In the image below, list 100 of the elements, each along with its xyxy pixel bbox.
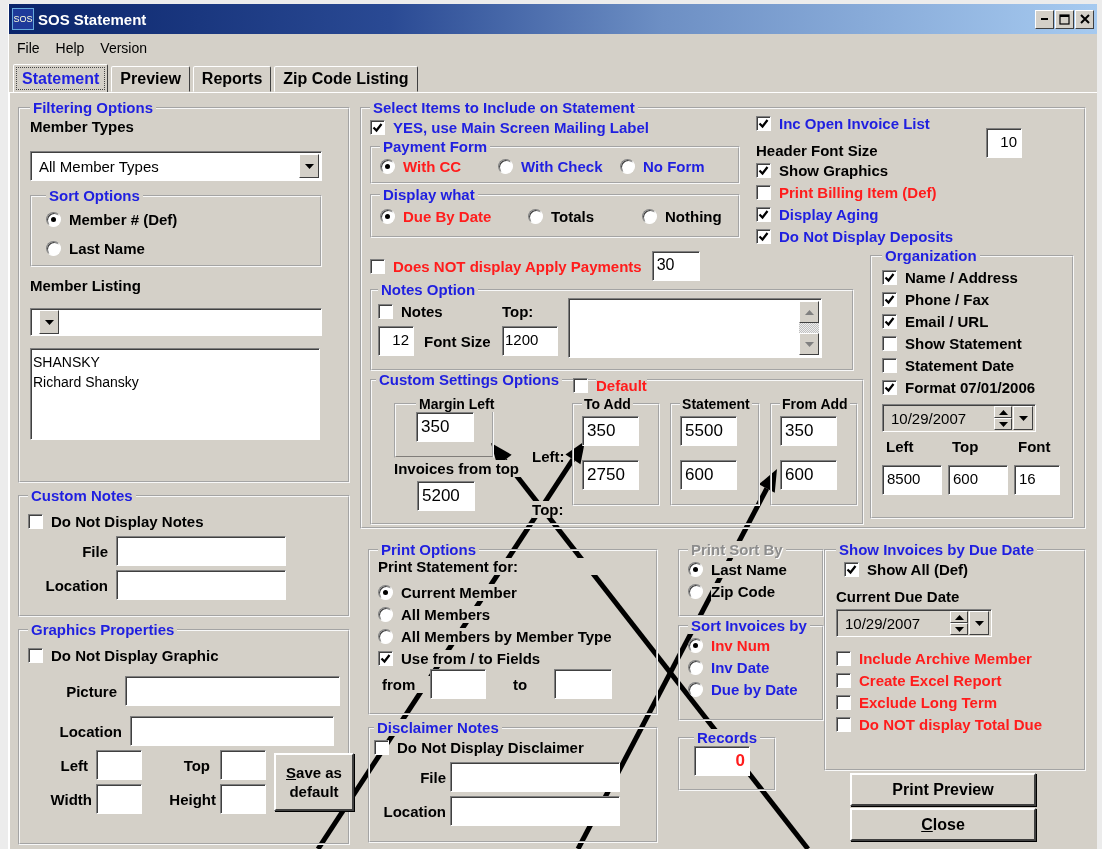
text-field[interactable]: 5200 (417, 481, 475, 511)
dropdown-button[interactable] (1013, 406, 1033, 430)
list-item[interactable]: SHANSKY (33, 352, 317, 372)
checkbox[interactable] (378, 303, 393, 319)
text-field[interactable] (116, 536, 286, 566)
tab[interactable]: Zip Code Listing (274, 66, 418, 92)
text-field[interactable]: 0 (694, 746, 750, 776)
caret-icon (1018, 415, 1028, 421)
minimize-button[interactable] (1035, 9, 1054, 29)
checkbox[interactable] (756, 115, 771, 131)
field-label: Header Font Size (756, 142, 878, 159)
save-default-button[interactable]: Save as default (274, 753, 354, 811)
text-field[interactable]: 16 (1014, 465, 1060, 495)
radio-button[interactable] (620, 158, 635, 174)
text-field[interactable]: 350 (780, 416, 837, 446)
scroll-up-icon (804, 309, 814, 315)
tab[interactable]: Preview (111, 66, 190, 92)
checkbox[interactable] (573, 377, 588, 393)
text-field[interactable]: 350 (582, 416, 640, 446)
radio-button[interactable] (498, 158, 513, 174)
checkbox[interactable] (882, 357, 897, 373)
dropdown-button[interactable] (969, 611, 989, 635)
scroll-up-button[interactable] (799, 301, 819, 323)
checkbox[interactable] (882, 379, 897, 395)
maximize-button[interactable] (1055, 9, 1074, 29)
checkbox[interactable] (836, 694, 851, 710)
dropdown-button[interactable] (299, 154, 319, 178)
dropdown-button[interactable] (39, 310, 59, 334)
group-title: Custom Settings Options (376, 371, 562, 388)
close-button[interactable] (1075, 9, 1094, 29)
date-picker[interactable]: 10/29/2007 (882, 404, 1036, 432)
radio-button[interactable] (688, 637, 703, 653)
text-field[interactable]: 600 (948, 465, 1008, 495)
spin-down-icon (954, 626, 964, 632)
text-field[interactable]: 600 (780, 460, 837, 490)
radio-label: Current Member (401, 583, 517, 601)
text-field[interactable] (450, 762, 620, 792)
text-field[interactable] (220, 784, 266, 814)
checkbox[interactable] (28, 513, 43, 529)
radio-button[interactable] (528, 208, 543, 224)
date-picker[interactable]: 10/29/2007 (836, 609, 992, 637)
text-field[interactable]: 350 (416, 412, 474, 442)
checkbox[interactable] (844, 561, 859, 577)
scrollbar[interactable] (799, 301, 819, 355)
text-field[interactable] (554, 669, 612, 699)
caret-icon (974, 620, 984, 626)
spin-up-button[interactable] (994, 406, 1012, 418)
text-field[interactable] (96, 750, 142, 780)
dropdown[interactable]: All Member Types (30, 151, 322, 181)
text-field[interactable] (96, 784, 142, 814)
notes-textarea[interactable] (568, 298, 822, 358)
list-item[interactable]: Richard Shansky (33, 372, 317, 392)
spin-down-button[interactable] (950, 623, 968, 635)
text-field[interactable] (116, 570, 286, 600)
checkbox[interactable] (836, 716, 851, 732)
checkbox[interactable] (756, 184, 771, 200)
tab[interactable]: Statement (13, 64, 109, 93)
dropdown[interactable] (30, 308, 322, 336)
text-field[interactable]: 600 (680, 460, 738, 490)
spin-up-button[interactable] (950, 611, 968, 623)
checkbox[interactable] (756, 228, 771, 244)
member-listbox[interactable]: SHANSKY Richard Shansky (30, 348, 320, 440)
group-title: Sort Options (46, 187, 143, 204)
checkbox[interactable] (882, 335, 897, 351)
text-field[interactable] (125, 676, 340, 706)
text-field[interactable]: 5500 (680, 416, 738, 446)
checkbox[interactable] (370, 119, 385, 135)
menu-item[interactable]: Help (55, 40, 85, 56)
checkbox[interactable] (378, 650, 393, 666)
menu-item[interactable]: File (17, 40, 40, 56)
text-field[interactable]: 30 (651, 251, 700, 281)
group-title: Statement (680, 396, 752, 412)
checkbox[interactable] (882, 313, 897, 329)
close-button[interactable]: Close (850, 808, 1036, 841)
checkbox[interactable] (374, 739, 389, 755)
checkbox[interactable] (836, 672, 851, 688)
text-field[interactable]: 12 (378, 326, 414, 356)
checkbox[interactable] (882, 291, 897, 307)
checkbox[interactable] (882, 269, 897, 285)
text-field[interactable] (130, 716, 334, 746)
checkbox[interactable] (756, 206, 771, 222)
text-field[interactable]: 2750 (582, 460, 640, 490)
radio-label: Last Name (711, 560, 787, 578)
radio-button[interactable] (46, 240, 61, 256)
radio-button[interactable] (380, 208, 395, 224)
checkbox[interactable] (756, 162, 771, 178)
checkbox[interactable] (28, 647, 43, 663)
text-field[interactable]: 10 (986, 127, 1022, 158)
spin-down-button[interactable] (994, 418, 1012, 430)
menu-item[interactable]: Version (100, 40, 148, 56)
checkbox[interactable] (836, 650, 851, 666)
checkbox[interactable] (370, 258, 385, 274)
tab[interactable]: Reports (192, 66, 272, 92)
text-field[interactable] (220, 750, 266, 780)
text-field[interactable]: 1200 (502, 326, 558, 356)
text-field[interactable]: 8500 (882, 465, 942, 495)
text-field[interactable] (450, 796, 620, 826)
print-preview-button[interactable]: Print Preview (850, 773, 1036, 806)
text-field[interactable] (430, 669, 486, 699)
scroll-down-button[interactable] (799, 333, 819, 355)
